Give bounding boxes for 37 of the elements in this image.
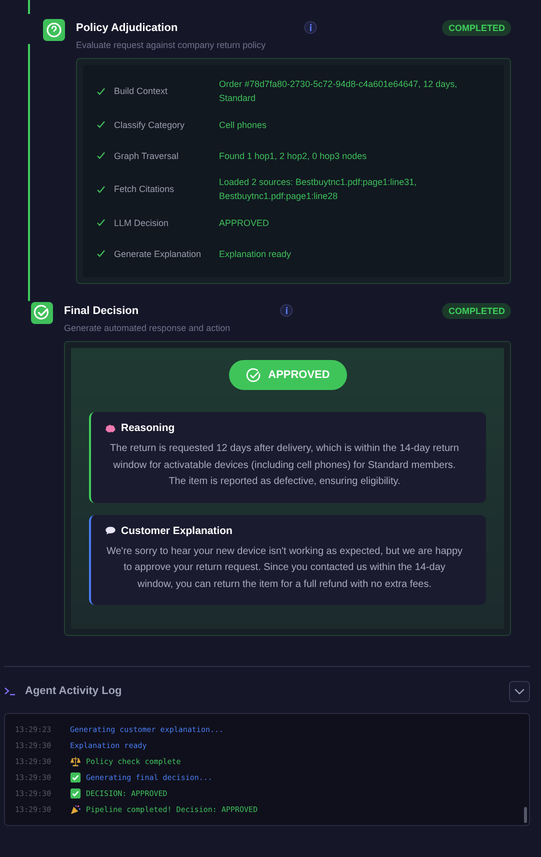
verdict-badge: APPROVED	[228, 360, 346, 390]
chevron-down-icon	[514, 688, 525, 694]
row-label: Generate Explanation	[114, 248, 202, 258]
speech-bubble-icon	[105, 526, 116, 535]
step-subtitle: Evaluate request against company return policy	[76, 40, 267, 50]
row-label: LLM Decision	[114, 218, 170, 228]
row-value: Loaded 2 sources: Bestbuytnc1.pdf:page1:line31, Bestbuytnc1.pdf:page1:line28	[219, 176, 418, 203]
row-label: Classify Category	[114, 120, 186, 130]
terminal-icon	[4, 686, 16, 696]
check-box-icon	[70, 788, 81, 798]
step-icon	[43, 19, 65, 41]
step-title: Policy Adjudication	[76, 22, 178, 34]
row-label: Graph Traversal	[114, 150, 180, 160]
step-subtitle: Generate automated response and action	[64, 323, 232, 333]
info-icon[interactable]	[280, 304, 293, 317]
row-value: Order #78d7fa80-2730-5c72-94d8-c4a601e64647, 12 days, Standard	[219, 78, 458, 105]
status-badge: COMPLETED	[442, 20, 511, 36]
collapse-button[interactable]	[509, 680, 530, 702]
row-value: Found 1 hop1, 2 hop2, 0 hop3 nodes	[219, 150, 367, 162]
section-title: Customer Explanation	[121, 524, 232, 536]
check-box-icon	[70, 772, 81, 782]
row-label: Build Context	[114, 86, 169, 96]
section-text: The return is requested 12 days after delivery, which is within the 14-day return window for activatable devices (including cell phones) for Standard members. The item is reported as defective, ensuring eligibility.	[109, 442, 460, 489]
party-popper-icon	[70, 804, 81, 814]
brain-icon	[105, 424, 116, 432]
row-value: Explanation ready	[219, 248, 292, 260]
section-text: We're sorry to hear your new device isn't working as expected, but we are happy to approve your return request. Since you contacted us within the 14-day window, you can return the item for a full refund with no extra fees.	[105, 544, 464, 592]
info-icon[interactable]	[304, 21, 317, 34]
row-label: Fetch Citations	[114, 184, 176, 194]
scale-icon	[70, 756, 81, 766]
row-value: APPROVED	[219, 216, 270, 230]
row-value: Cell phones	[219, 118, 267, 132]
step-title: Final Decision	[64, 305, 139, 317]
status-badge: COMPLETED	[442, 303, 511, 319]
step-icon	[31, 302, 53, 324]
log-title: Agent Activity Log	[25, 685, 122, 697]
section-title: Reasoning	[121, 422, 175, 434]
